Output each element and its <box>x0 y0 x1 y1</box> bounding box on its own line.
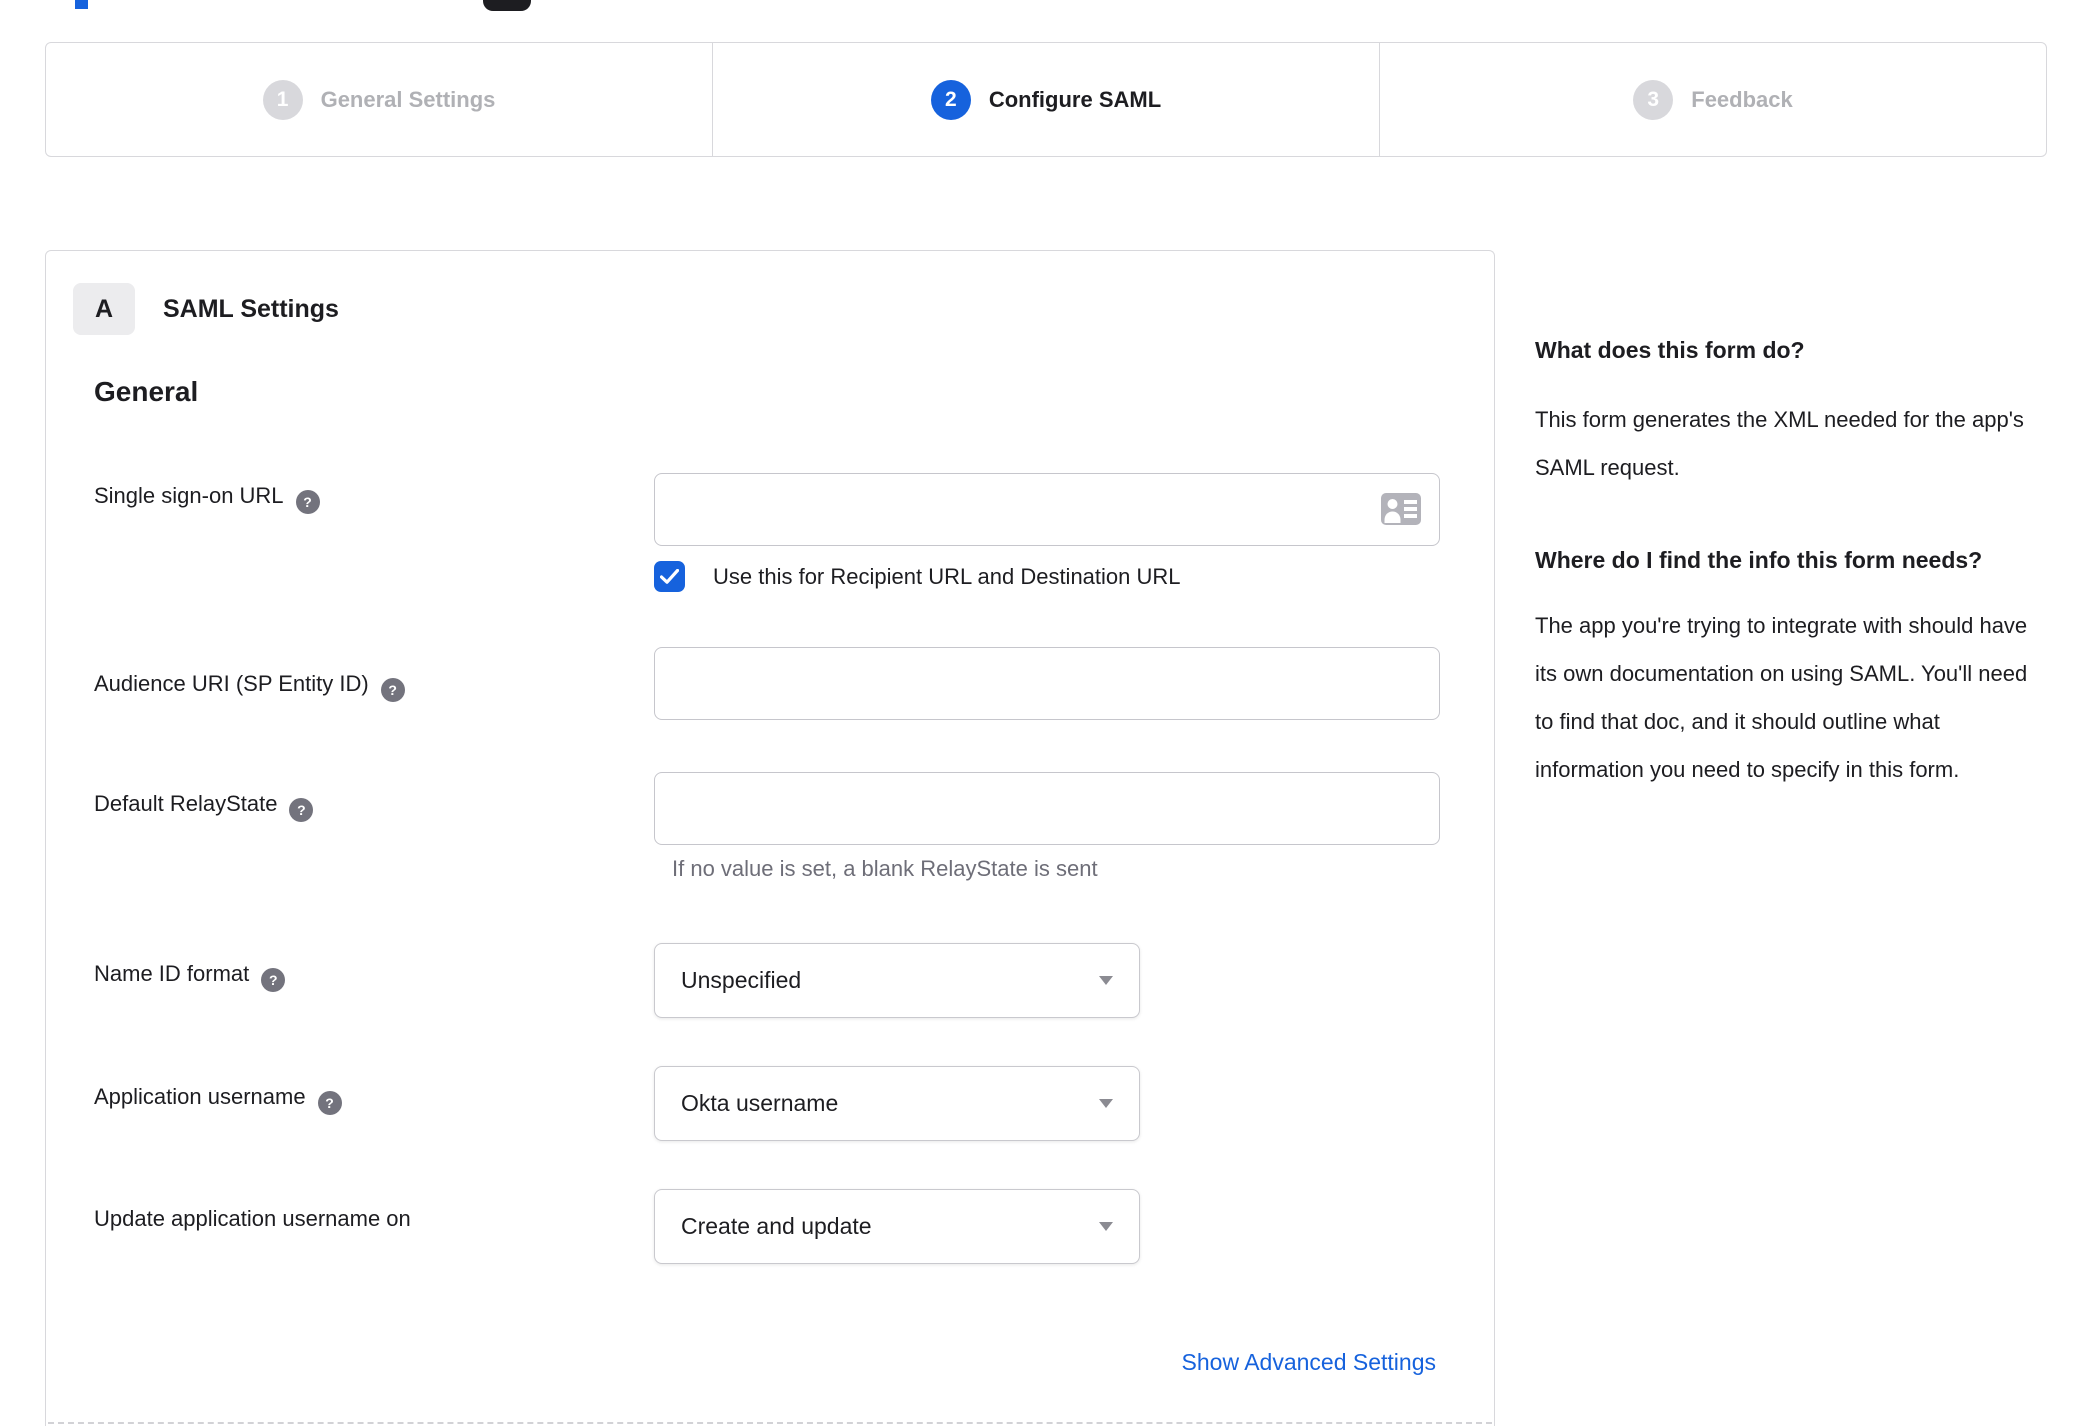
update-username-value: Create and update <box>681 1213 872 1239</box>
recipient-url-checkbox-label: Use this for Recipient URL and Destinati… <box>713 563 1181 589</box>
help-icon[interactable]: ? <box>317 1091 342 1115</box>
sso-recipient-checkbox-row: Use this for Recipient URL and Destinati… <box>654 561 1181 592</box>
show-advanced-settings-link[interactable]: Show Advanced Settings <box>1182 1349 1436 1376</box>
step-1-label: General Settings <box>320 86 496 112</box>
panel-title: SAML Settings <box>163 294 339 323</box>
application-username-value: Okta username <box>681 1090 839 1116</box>
name-id-format-select[interactable]: Unspecified <box>654 943 1140 1018</box>
caret-down-icon <box>1099 1222 1113 1231</box>
saml-settings-panel: A SAML Settings General Single sign-on U… <box>45 250 1495 1426</box>
help-question-1: What does this form do? <box>1535 337 1805 363</box>
step-general-settings[interactable]: 1 General Settings <box>45 42 713 157</box>
relaystate-hint: If no value is set, a blank RelayState i… <box>672 856 1098 881</box>
step-3-number-badge: 3 <box>1633 79 1674 120</box>
update-username-select[interactable]: Create and update <box>654 1189 1140 1264</box>
wizard-stepper: 1 General Settings 2 Configure SAML 3 Fe… <box>45 42 2047 157</box>
help-icon[interactable]: ? <box>380 678 405 702</box>
section-dashed-divider <box>48 1422 1492 1424</box>
step-configure-saml[interactable]: 2 Configure SAML <box>712 42 1380 157</box>
help-answer-2: The app you're trying to integrate with … <box>1535 613 2028 782</box>
section-header: A SAML Settings <box>73 283 339 335</box>
sso-url-input-wrap <box>654 473 1440 546</box>
help-sidebar: What does this form do? This form genera… <box>1535 328 2040 794</box>
section-a-badge: A <box>73 283 135 335</box>
step-3-label: Feedback <box>1691 86 1793 112</box>
recipient-url-checkbox[interactable] <box>654 561 685 592</box>
cutoff-logo-fragment <box>75 0 88 9</box>
relaystate-input[interactable] <box>654 772 1440 845</box>
step-1-number-badge: 1 <box>262 79 303 120</box>
sso-url-input[interactable] <box>654 473 1440 546</box>
step-feedback[interactable]: 3 Feedback <box>1379 42 2047 157</box>
audience-uri-input[interactable] <box>654 647 1440 720</box>
update-username-label: Update application username on <box>94 1206 411 1231</box>
help-answer-1: This form generates the XML needed for t… <box>1535 407 2024 480</box>
general-group-title: General <box>94 376 199 407</box>
name-id-format-label: Name ID format? <box>94 961 286 992</box>
help-icon[interactable]: ? <box>295 490 320 514</box>
help-icon[interactable]: ? <box>261 968 286 992</box>
help-icon[interactable]: ? <box>289 798 314 822</box>
cutoff-icon-fragment <box>483 0 531 11</box>
caret-down-icon <box>1099 1099 1113 1108</box>
application-username-select[interactable]: Okta username <box>654 1066 1140 1141</box>
name-id-format-value: Unspecified <box>681 967 802 993</box>
help-question-2: Where do I find the info this form needs… <box>1535 547 1983 573</box>
checkmark-icon <box>660 569 679 584</box>
application-username-label: Application username? <box>94 1084 342 1115</box>
step-2-number-badge: 2 <box>930 79 971 120</box>
page: 1 General Settings 2 Configure SAML 3 Fe… <box>0 0 2092 1426</box>
audience-uri-label: Audience URI (SP Entity ID)? <box>94 671 405 702</box>
sso-url-label: Single sign-on URL? <box>94 483 320 514</box>
step-2-label: Configure SAML <box>988 86 1162 112</box>
relaystate-label: Default RelayState? <box>94 791 314 822</box>
caret-down-icon <box>1099 976 1113 985</box>
